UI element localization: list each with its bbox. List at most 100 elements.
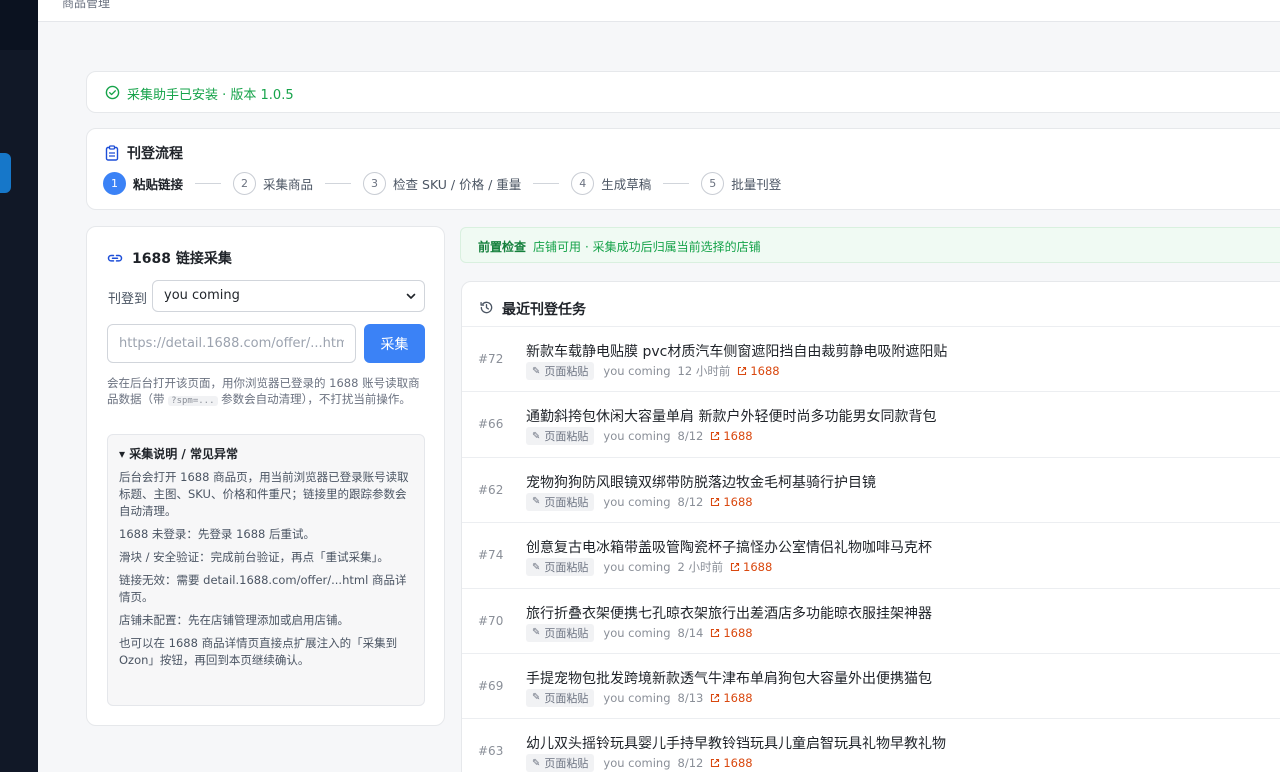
source-tag: ✎ 页面粘贴	[526, 492, 595, 511]
task-id: #70	[478, 613, 504, 628]
link-collect-card: 1688 链接采集 刊登到 you coming 采集 会在后台打开该页面，用你…	[86, 226, 445, 726]
sidebar-active-item[interactable]	[0, 153, 11, 193]
source-tag: ✎ 页面粘贴	[526, 362, 595, 380]
source-tag: ✎ 页面粘贴	[526, 427, 595, 446]
task-user: you coming	[603, 429, 671, 444]
source-link[interactable]: 1688	[710, 690, 753, 705]
step-number: 4	[571, 171, 595, 195]
task-name[interactable]: 通勤斜挎包休闲大容量单肩 新款户外轻便时尚多功能男女同款背包	[526, 406, 936, 426]
task-name[interactable]: 创意复古电冰箱带盖吸管陶瓷杯子搞怪办公室情侣礼物咖啡马克杯	[526, 537, 932, 557]
external-link-icon	[711, 693, 720, 703]
task-meta: ✎ 页面粘贴 you coming 12 小时前 1688	[526, 362, 780, 380]
step-check-sku: 3 检查 SKU / 价格 / 重量	[363, 171, 521, 195]
store-select-value: you coming	[164, 288, 240, 303]
task-name[interactable]: 新款车载静电贴膜 pvc材质汽车侧窗遮阳挡自由裁剪静电吸附遮阳贴	[526, 341, 947, 361]
pencil-icon: ✎	[532, 757, 541, 769]
task-row[interactable]: #66 通勤斜挎包休闲大容量单肩 新款户外轻便时尚多功能男女同款背包 ✎ 页面粘贴…	[462, 392, 1280, 458]
task-user: you coming	[603, 756, 671, 771]
source-link-label: 1688	[723, 494, 753, 509]
collect-title: 1688 链接采集	[132, 251, 232, 267]
task-name[interactable]: 幼儿双头摇铃玩具婴儿手持早教铃铛玩具儿童启智玩具礼物早教礼物	[526, 733, 946, 753]
task-row[interactable]: #63 幼儿双头摇铃玩具婴儿手持早教铃铛玩具儿童启智玩具礼物早教礼物 ✎ 页面粘贴…	[462, 719, 1280, 772]
listing-flow-card: 刊登流程 1 粘贴链接 2 采集商品 3 检查 SKU / 价格 / 重量 4 …	[86, 128, 1280, 210]
task-meta: ✎ 页面粘贴 you coming 8/12 1688	[526, 754, 753, 772]
flow-steps: 1 粘贴链接 2 采集商品 3 检查 SKU / 价格 / 重量 4 生成草稿 …	[103, 171, 781, 195]
source-tag-label: 页面粘贴	[544, 757, 589, 771]
task-row[interactable]: #62 宠物狗狗防风眼镜双绑带防脱落边牧金毛柯基骑行护目镜 ✎ 页面粘贴 you …	[462, 458, 1280, 524]
url-input[interactable]	[107, 324, 356, 363]
step-label: 采集商品	[263, 176, 314, 192]
source-link[interactable]: 1688	[710, 756, 753, 771]
pencil-icon: ✎	[532, 496, 541, 508]
step-label: 生成草稿	[601, 176, 652, 192]
faq-paragraph: 滑块 / 安全验证：完成前台验证，再点「重试采集」。	[119, 550, 389, 564]
task-time: 8/12	[677, 494, 704, 509]
collect-hint: 会在后台打开该页面，用你浏览器已登录的 1688 账号读取商品数据（带 ?spm…	[107, 375, 427, 409]
external-link-icon	[711, 628, 720, 637]
flow-title: 刊登流程	[127, 146, 183, 162]
task-id: #72	[478, 352, 504, 366]
history-icon	[479, 300, 494, 319]
source-tag: ✎ 页面粘贴	[526, 688, 595, 707]
task-row[interactable]: #72 新款车载静电贴膜 pvc材质汽车侧窗遮阳挡自由裁剪静电吸附遮阳贴 ✎ 页面…	[462, 327, 1280, 393]
source-tag-label: 页面粘贴	[544, 691, 589, 705]
task-user: you coming	[603, 364, 671, 378]
task-row[interactable]: #70 旅行折叠衣架便携七孔晾衣架旅行出差酒店多功能晾衣服挂架神器 ✎ 页面粘贴 …	[462, 589, 1280, 654]
task-user: you coming	[603, 625, 671, 640]
recent-tasks-card: 最近刊登任务 #72 新款车载静电贴膜 pvc材质汽车侧窗遮阳挡自由裁剪静电吸附…	[461, 281, 1280, 772]
external-link-icon	[711, 432, 720, 441]
source-tag-label: 页面粘贴	[544, 365, 589, 378]
task-id: #62	[478, 482, 504, 497]
precheck-label: 前置检查	[478, 240, 527, 254]
task-meta: ✎ 页面粘贴 you coming 2 小时前 1688	[526, 558, 772, 577]
external-link-icon	[730, 563, 740, 572]
task-time: 12 小时前	[677, 364, 731, 378]
task-name[interactable]: 旅行折叠衣架便携七孔晾衣架旅行出差酒店多功能晾衣服挂架神器	[526, 603, 932, 623]
faq-panel: ▾ 采集说明 / 常见异常 后台会打开 1688 商品页，用当前浏览器已登录账号…	[107, 434, 425, 706]
source-tag-label: 页面粘贴	[544, 430, 589, 444]
source-link[interactable]: 1688	[737, 364, 780, 378]
source-link[interactable]: 1688	[730, 560, 772, 574]
store-select[interactable]: you coming	[152, 280, 425, 312]
top-bar: 商品管理	[38, 0, 1280, 22]
pencil-icon: ✎	[532, 627, 541, 639]
source-link[interactable]: 1688	[710, 626, 753, 640]
external-link-icon	[738, 366, 747, 376]
pencil-icon: ✎	[532, 692, 541, 704]
task-time: 8/13	[677, 690, 704, 705]
sidebar-header	[0, 0, 38, 50]
link-icon	[107, 249, 123, 268]
step-label: 粘贴链接	[133, 176, 184, 192]
task-time: 8/14	[677, 625, 704, 640]
task-name[interactable]: 宠物狗狗防风眼镜双绑带防脱落边牧金毛柯基骑行护目镜	[526, 472, 876, 492]
source-tag: ✎ 页面粘贴	[526, 623, 595, 642]
source-link[interactable]: 1688	[710, 494, 753, 509]
source-link[interactable]: 1688	[710, 429, 753, 443]
source-link-label: 1688	[743, 560, 773, 575]
task-name[interactable]: 手提宠物包批发跨境新款透气牛津布单肩狗包大容量外出便携猫包	[526, 668, 932, 688]
source-link-label: 1688	[750, 364, 780, 378]
task-meta: ✎ 页面粘贴 you coming 8/13 1688	[526, 688, 753, 707]
faq-toggle[interactable]: ▾ 采集说明 / 常见异常	[119, 445, 413, 462]
source-link-label: 1688	[723, 690, 753, 705]
source-tag-label: 页面粘贴	[544, 561, 589, 575]
installed-status-text: 采集助手已安装 · 版本 1.0.5	[127, 88, 294, 103]
breadcrumb[interactable]: 商品管理	[62, 0, 110, 11]
step-batch-publish: 5 批量刊登	[701, 171, 781, 195]
task-row[interactable]: #74 创意复古电冰箱带盖吸管陶瓷杯子搞怪办公室情侣礼物咖啡马克杯 ✎ 页面粘贴 …	[462, 523, 1280, 589]
task-time: 2 小时前	[677, 560, 724, 575]
task-meta: ✎ 页面粘贴 you coming 8/12 1688	[526, 492, 753, 511]
task-row[interactable]: #69 手提宠物包批发跨境新款透气牛津布单肩狗包大容量外出便携猫包 ✎ 页面粘贴 …	[462, 654, 1280, 720]
task-time: 8/12	[677, 429, 704, 444]
task-list: #72 新款车载静电贴膜 pvc材质汽车侧窗遮阳挡自由裁剪静电吸附遮阳贴 ✎ 页面…	[462, 327, 1280, 772]
step-connector	[325, 182, 352, 184]
collect-button[interactable]: 采集	[364, 324, 425, 363]
sidebar	[0, 0, 38, 772]
task-user: you coming	[603, 690, 671, 705]
step-paste-link: 1 粘贴链接	[103, 171, 184, 195]
hint-text: 参数会自动清理），不打扰当前操作。	[221, 392, 411, 406]
precheck-banner: 前置检查 店铺可用 · 采集成功后归属当前选择的店铺	[460, 227, 1280, 263]
hint-code: ?spm=...	[168, 396, 218, 406]
extension-installed-banner: 采集助手已安装 · 版本 1.0.5	[86, 71, 1280, 113]
source-link-label: 1688	[723, 756, 753, 771]
